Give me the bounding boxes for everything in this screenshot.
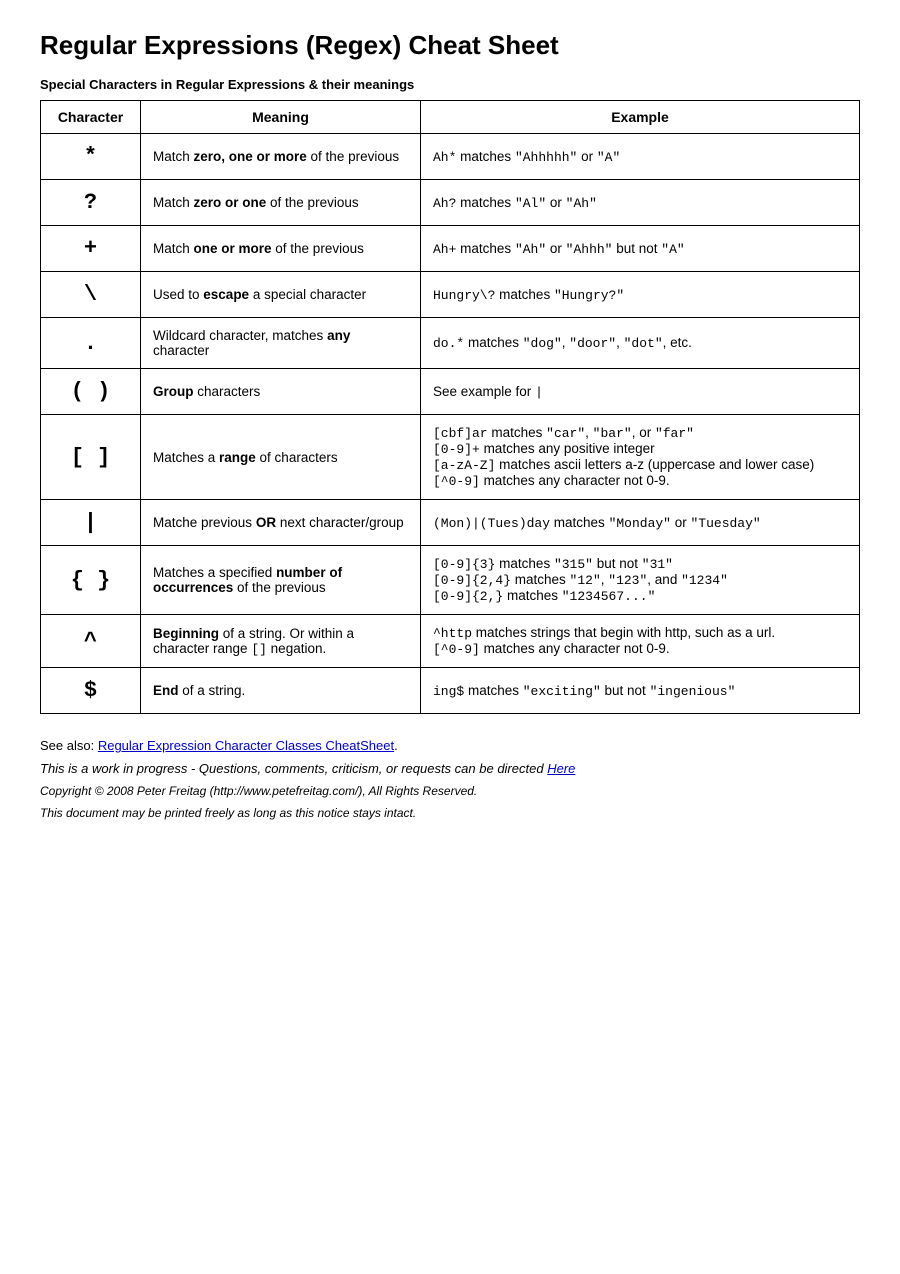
meaning-cell: Wildcard character, matches any characte… [141,318,421,369]
example-cell: [cbf]ar matches "car", "bar", or "far"[0… [421,415,860,500]
here-link[interactable]: Here [547,761,575,776]
meaning-cell: Match one or more of the previous [141,226,421,272]
example-cell: ing$ matches "exciting" but not "ingenio… [421,668,860,714]
table-row: ( )Group charactersSee example for | [41,369,860,415]
example-cell: See example for | [421,369,860,415]
meaning-cell: End of a string. [141,668,421,714]
table-row: \Used to escape a special characterHungr… [41,272,860,318]
char-cell: $ [41,668,141,714]
meaning-cell: Matches a specified number of occurrence… [141,546,421,615]
table-row: ?Match zero or one of the previousAh? ma… [41,180,860,226]
meaning-cell: Matche previous OR next character/group [141,500,421,546]
footer: See also: Regular Expression Character C… [40,738,860,820]
meaning-cell: Beginning of a string. Or within a chara… [141,615,421,668]
example-cell: [0-9]{3} matches "315" but not "31"[0-9]… [421,546,860,615]
col-header-meaning: Meaning [141,101,421,134]
char-cell: { } [41,546,141,615]
example-cell: Ah+ matches "Ah" or "Ahhh" but not "A" [421,226,860,272]
col-header-character: Character [41,101,141,134]
table-row: |Matche previous OR next character/group… [41,500,860,546]
char-cell: \ [41,272,141,318]
meaning-cell: Used to escape a special character [141,272,421,318]
char-cell: [ ] [41,415,141,500]
table-row: ^Beginning of a string. Or within a char… [41,615,860,668]
table-row: *Match zero, one or more of the previous… [41,134,860,180]
example-cell: (Mon)|(Tues)day matches "Monday" or "Tue… [421,500,860,546]
example-cell: Hungry\? matches "Hungry?" [421,272,860,318]
char-cell: . [41,318,141,369]
copyright-line2: This document may be printed freely as l… [40,806,860,820]
table-subtitle: Special Characters in Regular Expression… [40,77,860,92]
char-cell: | [41,500,141,546]
copyright-line1: Copyright © 2008 Peter Freitag (http://w… [40,784,860,798]
example-cell: ^http matches strings that begin with ht… [421,615,860,668]
char-cell: ? [41,180,141,226]
regex-table: Character Meaning Example *Match zero, o… [40,100,860,714]
char-cell: ( ) [41,369,141,415]
see-also-line: See also: Regular Expression Character C… [40,738,860,753]
char-cell: + [41,226,141,272]
see-also-link[interactable]: Regular Expression Character Classes Che… [98,738,394,753]
meaning-cell: Matches a range of characters [141,415,421,500]
table-row: .Wildcard character, matches any charact… [41,318,860,369]
char-cell: ^ [41,615,141,668]
meaning-cell: Group characters [141,369,421,415]
meaning-cell: Match zero, one or more of the previous [141,134,421,180]
table-row: $End of a string.ing$ matches "exciting"… [41,668,860,714]
char-cell: * [41,134,141,180]
col-header-example: Example [421,101,860,134]
work-in-progress-line: This is a work in progress - Questions, … [40,761,860,776]
example-cell: Ah? matches "Al" or "Ah" [421,180,860,226]
meaning-cell: Match zero or one of the previous [141,180,421,226]
table-row: +Match one or more of the previousAh+ ma… [41,226,860,272]
example-cell: do.* matches "dog", "door", "dot", etc. [421,318,860,369]
table-row: { }Matches a specified number of occurre… [41,546,860,615]
example-cell: Ah* matches "Ahhhhh" or "A" [421,134,860,180]
page-title: Regular Expressions (Regex) Cheat Sheet [40,30,860,61]
table-row: [ ]Matches a range of characters[cbf]ar … [41,415,860,500]
